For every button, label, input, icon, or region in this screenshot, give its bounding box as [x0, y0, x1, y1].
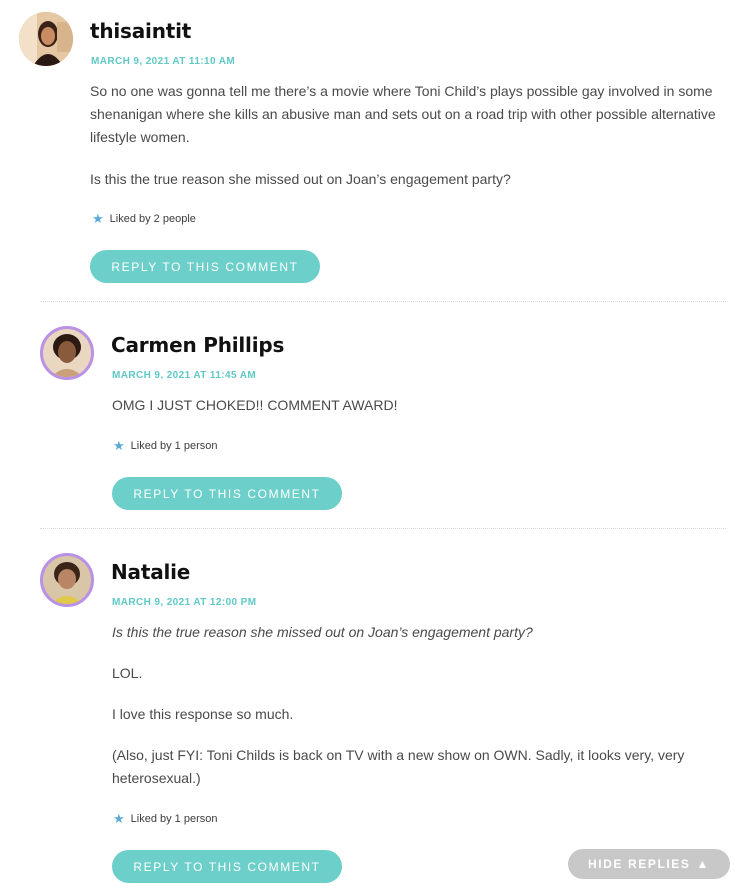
reply-button[interactable]: REPLY TO THIS COMMENT [112, 850, 342, 883]
likes-indicator[interactable]: ★ Liked by 1 person [113, 812, 218, 825]
comment-paragraph: So no one was gonna tell me there’s a mo… [90, 83, 716, 145]
avatar[interactable] [40, 326, 94, 380]
star-icon: ★ [92, 211, 104, 226]
comment-paragraph: OMG I JUST CHOKED!! COMMENT AWARD! [112, 397, 398, 413]
avatar[interactable] [19, 12, 73, 66]
comment-author[interactable]: Natalie [111, 560, 190, 584]
comment-timestamp[interactable]: MARCH 9, 2021 AT 11:10 AM [91, 56, 235, 67]
comment-timestamp[interactable]: MARCH 9, 2021 AT 12:00 PM [112, 597, 257, 608]
comment-author[interactable]: thisaintit [90, 19, 191, 43]
hide-replies-button[interactable]: HIDE REPLIES ▲ [568, 849, 730, 879]
comment-timestamp[interactable]: MARCH 9, 2021 AT 11:45 AM [112, 370, 256, 381]
comment-divider [40, 301, 726, 302]
likes-text: Liked by 1 person [130, 439, 218, 452]
hide-replies-label: HIDE REPLIES [587, 857, 691, 871]
reply-button[interactable]: REPLY TO THIS COMMENT [90, 250, 320, 283]
star-icon: ★ [113, 438, 125, 453]
likes-indicator[interactable]: ★ Liked by 2 people [92, 212, 196, 225]
triangle-up-icon: ▲ [696, 857, 711, 871]
quoted-text: Is this the true reason she missed out o… [112, 624, 533, 640]
comment-author[interactable]: Carmen Phillips [111, 333, 284, 357]
likes-text: Liked by 2 people [109, 212, 196, 225]
comment-paragraph: I love this response so much. [112, 706, 294, 722]
star-icon: ★ [113, 811, 125, 826]
comment-paragraph: Is this the true reason she missed out o… [90, 171, 511, 187]
avatar[interactable] [40, 553, 94, 607]
comment-divider [40, 528, 726, 529]
likes-text: Liked by 1 person [130, 812, 218, 825]
comment-paragraph: (Also, just FYI: Toni Childs is back on … [112, 747, 685, 786]
reply-button[interactable]: REPLY TO THIS COMMENT [112, 477, 342, 510]
comment-paragraph: LOL. [112, 665, 143, 681]
likes-indicator[interactable]: ★ Liked by 1 person [113, 439, 218, 452]
